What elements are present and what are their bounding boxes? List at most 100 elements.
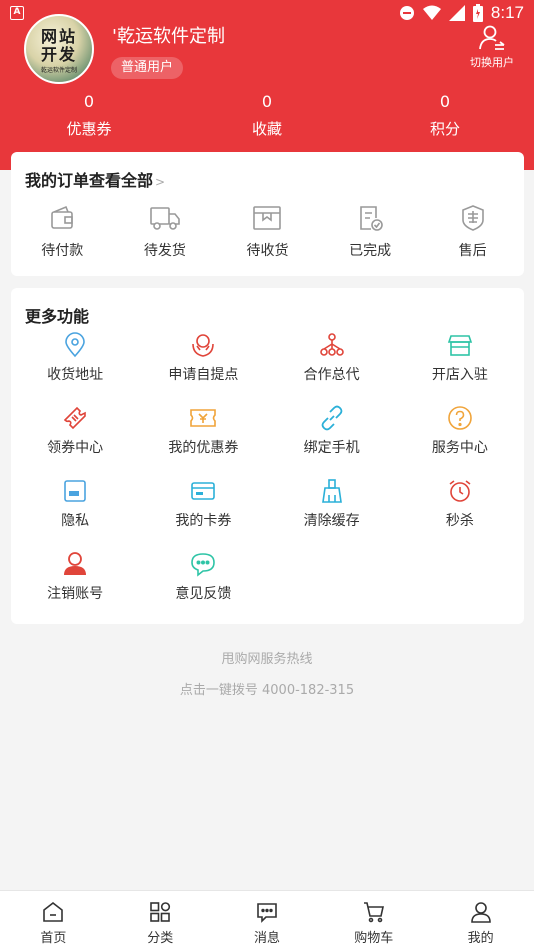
order-completed[interactable]: 已完成 [319,204,422,260]
nav-messages[interactable]: 消息 [214,891,321,950]
fn-privacy[interactable]: 隐私 [11,478,139,551]
stats-row: 0 优惠券 0 收藏 0 积分 [0,92,534,139]
stat-points[interactable]: 0 积分 [356,92,534,139]
avatar-logo-subtext: 乾运软件定制 [40,67,77,74]
fn-label: 绑定手机 [303,440,360,456]
fn-label: 注销账号 [47,586,104,602]
fn-my-coupons[interactable]: 我的优惠券 [139,405,267,478]
order-status-row: 待付款 待发货 待收货 已完成 售后 [11,204,524,260]
fn-label: 领券中心 [47,440,104,456]
do-not-disturb-icon [399,6,414,20]
privacy-card-icon [64,480,86,502]
fn-bind-phone[interactable]: 绑定手机 [268,405,396,478]
message-icon [257,903,277,923]
order-pending-payment[interactable]: 待付款 [11,204,114,260]
nav-label: 消息 [253,931,280,946]
stat-value: 0 [83,92,95,111]
chat-bubble-icon [191,553,216,577]
package-icon [253,206,282,230]
fn-feedback[interactable]: 意见反馈 [139,551,267,624]
fn-shipping-address[interactable]: 收货地址 [11,332,139,405]
fn-cancel-account[interactable]: 注销账号 [11,551,139,624]
store-icon [447,335,472,356]
stat-coupons[interactable]: 0 优惠券 [0,92,178,139]
hotline-title: 甩购网服务热线 [221,652,313,667]
hands-icon [192,334,215,357]
fn-coupon-center[interactable]: 领券中心 [11,405,139,478]
coupon-icon [190,409,217,427]
broom-icon [321,479,342,503]
orders-card: 我的订单查看全部 > 待付款 待发货 待收货 已完成 售后 [11,152,524,276]
category-icon [150,902,171,922]
fn-label: 申请自提点 [168,367,239,383]
order-item-label: 售后 [458,243,487,259]
nav-label: 购物车 [354,931,394,946]
chevron-right-icon: > [155,175,166,189]
orders-title: 我的订单查看全部 [25,171,154,190]
fn-label: 秒杀 [445,513,474,529]
order-after-sales[interactable]: 售后 [421,204,524,260]
fn-label: 意见反馈 [175,586,232,602]
stat-label: 积分 [429,120,460,138]
network-icon [319,333,344,356]
order-item-label: 待收货 [246,243,289,259]
fn-label: 收货地址 [47,367,104,383]
hotline-call-link[interactable]: 点击一键拨号 4000-182-315 [0,679,534,698]
order-pending-receipt[interactable]: 待收货 [216,204,319,260]
link-icon [321,405,343,431]
stat-value: 0 [261,92,273,111]
avatar-logo-text: 网站 开发 [40,27,77,64]
fn-label: 开店入驻 [431,367,488,383]
status-icons: 8:17 [399,3,524,23]
nav-label: 分类 [147,931,174,946]
fn-label: 合作总代 [303,367,360,383]
fn-flash-sale[interactable]: 秒杀 [396,478,524,551]
stat-label: 优惠券 [66,120,112,138]
bottom-navigation: 首页 分类 消息 购物车 我的 [0,890,534,950]
fn-apply-pickup-point[interactable]: 申请自提点 [139,332,267,405]
after-sales-shield-icon [461,205,484,231]
home-icon [43,901,64,922]
question-icon [448,406,472,430]
switch-user-icon [479,25,505,50]
nav-category[interactable]: 分类 [107,891,214,950]
battery-icon [472,4,483,22]
username: '乾运软件定制 [112,26,225,47]
nav-label: 首页 [40,931,67,946]
fn-service-center[interactable]: 服务中心 [396,405,524,478]
nav-cart[interactable]: 购物车 [320,891,427,950]
fn-clear-cache[interactable]: 清除缓存 [268,478,396,551]
fn-label: 我的优惠券 [168,440,239,456]
switch-user-button[interactable]: 切换用户 [468,24,516,70]
location-pin-icon [65,332,85,358]
cart-icon [363,902,384,923]
avatar[interactable]: 网站 开发 乾运软件定制 [24,14,94,84]
nav-me[interactable]: 我的 [427,891,534,950]
stat-value: 0 [439,92,451,111]
alarm-icon [449,480,471,502]
fn-label: 清除缓存 [303,513,360,529]
order-item-label: 已完成 [349,243,392,259]
order-pending-shipment[interactable]: 待发货 [114,204,217,260]
truck-icon [150,207,180,230]
fn-label: 隐私 [61,513,90,529]
switch-user-label: 切换用户 [470,56,514,69]
wifi-icon [422,5,441,20]
nav-home[interactable]: 首页 [0,891,107,950]
order-item-label: 待发货 [143,243,186,259]
fn-open-store[interactable]: 开店入驻 [396,332,524,405]
stat-favorites[interactable]: 0 收藏 [178,92,356,139]
fn-my-cards[interactable]: 我的卡券 [139,478,267,551]
signal-icon [448,5,465,21]
orders-view-all-link[interactable]: 我的订单查看全部 > [25,167,165,191]
clock: 8:17 [490,3,524,22]
functions-grid: 收货地址 申请自提点 合作总代 开店入驻 领券中心 我的优惠券 绑定手机 服务中… [11,332,524,624]
card-icon [191,482,216,500]
profile-header: 网站 开发 乾运软件定制 '乾运软件定制 普通用户 切换用户 0 优惠券 0 收藏… [0,14,534,170]
fn-cooperation-agent[interactable]: 合作总代 [268,332,396,405]
stat-label: 收藏 [251,120,282,138]
service-hotline: 甩购网服务热线 点击一键拨号 4000-182-315 [0,648,534,698]
fn-label: 服务中心 [431,440,488,456]
more-functions-title: 更多功能 [25,307,90,326]
nav-label: 我的 [467,931,494,946]
